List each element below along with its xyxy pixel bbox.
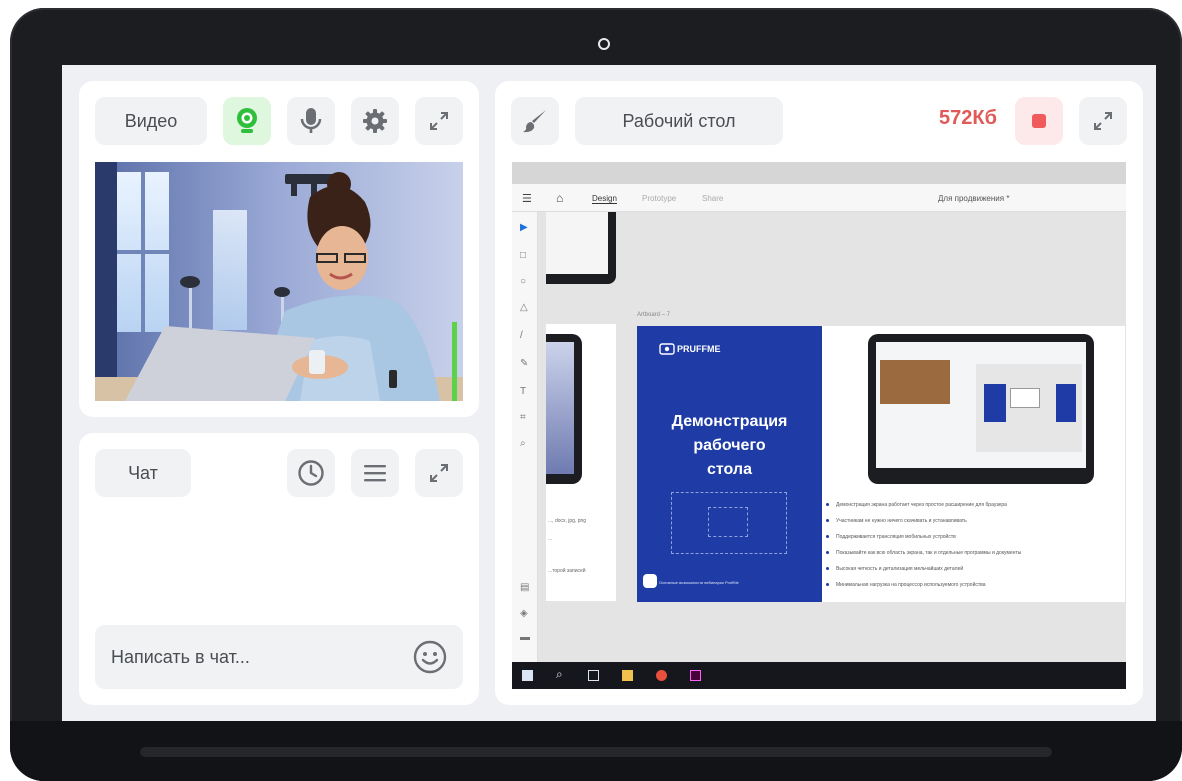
window-titlebar <box>512 162 1126 184</box>
select-tool-icon[interactable]: ▶ <box>520 222 528 233</box>
video-settings-button[interactable] <box>351 97 399 145</box>
promo-title-line-1: Демонстрация <box>671 413 788 430</box>
xd-toolbar: ☰ ⌂ Design Prototype Share Для продвижен… <box>512 184 1126 212</box>
desktop-share-panel: Рабочий стол 572Кб ☰ ⌂ Design Prototype … <box>495 81 1143 705</box>
microphone-icon <box>300 108 322 133</box>
app-screen: Видео Чат Написать в чат... Рабочий стол… <box>62 65 1156 721</box>
chat-panel: Чат Написать в чат... <box>79 433 479 705</box>
webcam-image <box>95 162 463 401</box>
promo-footer: Основные возможности вебинарки PruffMe <box>659 580 739 585</box>
shared-screen: ☰ ⌂ Design Prototype Share Для продвижен… <box>512 162 1126 689</box>
feature-bullet-2: Участникам не нужно ничего скачивать и у… <box>826 518 967 524</box>
record-stop-button[interactable] <box>1015 97 1063 145</box>
brush-icon <box>523 110 546 133</box>
expand-icon <box>430 112 448 130</box>
microphone-toggle[interactable] <box>287 97 335 145</box>
chat-expand-button[interactable] <box>415 449 463 497</box>
emoji-button[interactable] <box>413 640 447 674</box>
card-footer-icon <box>643 574 657 588</box>
gear-icon <box>363 109 387 133</box>
line-tool-icon[interactable]: / <box>520 330 523 341</box>
video-expand-button[interactable] <box>415 97 463 145</box>
chat-menu-button[interactable] <box>351 449 399 497</box>
laptop-mockup-image <box>868 334 1094 484</box>
chat-label: Чат <box>95 449 191 497</box>
tablet-thumbnail-left <box>546 334 582 484</box>
taskbar-search-icon[interactable]: ⌕ <box>556 667 563 682</box>
history-icon <box>298 460 324 486</box>
task-view-icon[interactable] <box>588 670 599 681</box>
file-explorer-icon[interactable] <box>622 670 633 681</box>
laptop-base <box>10 721 1182 781</box>
adobe-xd-icon[interactable] <box>690 670 701 681</box>
pruffme-logo-icon <box>659 343 675 355</box>
camera-icon <box>598 38 610 50</box>
webcam-toggle[interactable] <box>223 97 271 145</box>
video-panel: Видео <box>79 81 479 417</box>
tab-prototype[interactable]: Prototype <box>642 194 676 203</box>
menu-icon <box>364 465 386 482</box>
desktop-label: Рабочий стол <box>575 97 783 145</box>
polygon-tool-icon[interactable]: △ <box>520 302 528 313</box>
artboard-label: Artboard – 7 <box>637 312 671 318</box>
feature-bullet-4: Показывайте как всю область экрана, так … <box>825 550 1022 556</box>
side-text-1: ..., docx, jpg, png <box>548 518 587 524</box>
brand-name: PRUFFME <box>677 344 721 354</box>
text-tool-icon[interactable]: T <box>520 386 526 397</box>
tab-share[interactable]: Share <box>702 194 723 203</box>
webcam-video-feed <box>95 162 463 401</box>
tab-design[interactable]: Design <box>592 194 617 204</box>
ellipse-tool-icon[interactable]: ○ <box>520 276 526 287</box>
side-text-2: ... <box>548 536 553 542</box>
windows-taskbar: ⌕ <box>512 662 1126 689</box>
windows-start-icon[interactable] <box>522 670 533 681</box>
zoom-tool-icon[interactable]: ⌕ <box>520 438 526 449</box>
webcam-icon <box>237 108 257 133</box>
feature-bullet-6: Минимальная нагрузка на процессор исполь… <box>826 582 986 588</box>
emoji-icon <box>413 640 447 674</box>
plugins-icon[interactable]: ▬ <box>520 632 530 643</box>
draw-button[interactable] <box>511 97 559 145</box>
promo-card: PRUFFME Демонстрация рабочего стола Осно… <box>637 326 822 602</box>
feature-bullet-3: Поддерживается трансляция мобильных устр… <box>826 534 956 540</box>
expand-icon <box>1094 112 1112 130</box>
assets-icon[interactable]: ▤ <box>520 582 529 593</box>
feature-bullet-1: Демонстрация экрана работает через прост… <box>826 502 1007 508</box>
tablet-thumbnail-top <box>546 212 616 284</box>
chat-history-button[interactable] <box>287 449 335 497</box>
desktop-expand-button[interactable] <box>1079 97 1127 145</box>
feature-artboard: Демонстрация экрана работает через прост… <box>822 326 1125 602</box>
layers-icon[interactable]: ◈ <box>520 608 528 619</box>
home-icon[interactable]: ⌂ <box>556 191 563 205</box>
chat-input-placeholder: Написать в чат... <box>111 647 250 667</box>
pen-tool-icon[interactable]: ✎ <box>520 358 528 369</box>
promo-title-line-3: стола <box>707 461 752 478</box>
promo-title-line-2: рабочего <box>693 437 766 454</box>
video-label: Видео <box>95 97 207 145</box>
chrome-icon[interactable] <box>656 670 667 681</box>
promo-title: Демонстрация рабочего стола <box>637 410 822 482</box>
chat-input[interactable]: Написать в чат... <box>95 625 463 689</box>
expand-icon <box>430 464 448 482</box>
dashed-placeholder <box>671 492 787 554</box>
laptop-frame: Видео Чат Написать в чат... Рабочий стол… <box>10 8 1182 781</box>
record-stop-icon <box>1032 114 1046 128</box>
hamburger-icon[interactable]: ☰ <box>522 192 532 205</box>
document-title: Для продвижения * <box>938 194 1010 203</box>
rectangle-tool-icon[interactable]: □ <box>520 250 526 261</box>
artboard-tool-icon[interactable]: ⌗ <box>520 412 526 423</box>
recording-size: 572Кб <box>939 107 997 129</box>
side-text-3: ...торой записей <box>548 568 586 574</box>
left-artboard: ..., docx, jpg, png ... ...торой записей <box>546 324 616 601</box>
feature-bullet-5: Высокая четкость и детализация мельчайши… <box>825 566 964 572</box>
xd-tool-panel: ▶ □ ○ △ / ✎ T ⌗ ⌕ ▤ ◈ ▬ <box>512 212 538 662</box>
